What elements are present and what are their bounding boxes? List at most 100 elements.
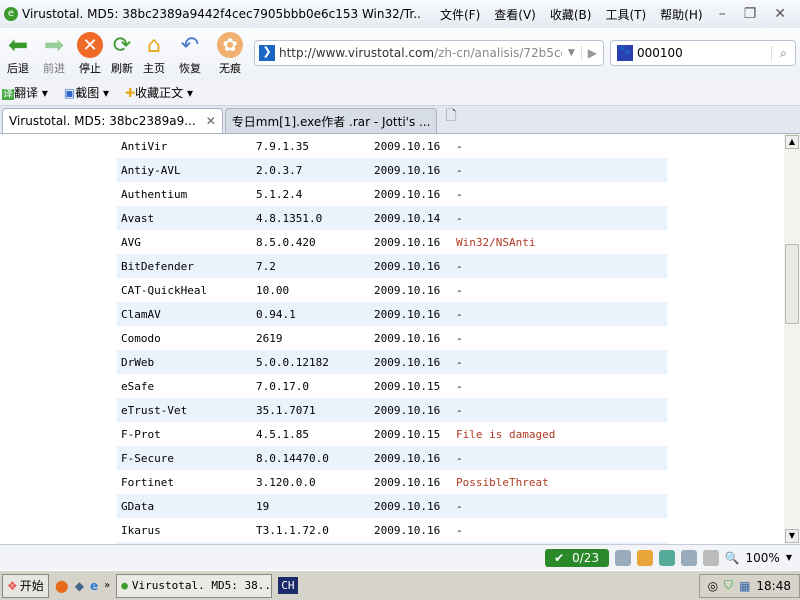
table-row: Avast 4.8.1351.0 2009.10.14 - <box>117 206 667 230</box>
new-tab-icon[interactable]: 🗋 <box>439 105 462 133</box>
menu-favorites[interactable]: 收藏(B) <box>550 6 592 23</box>
version: 3.120.0.0 <box>256 475 316 489</box>
restore-button[interactable]: ↶ 恢复 <box>170 32 210 76</box>
update-date: 2009.10.16 <box>374 475 441 489</box>
address-bar[interactable]: ❯ http://www.virustotal.com/zh-cn/analis… <box>254 40 604 66</box>
refresh-icon: ⟳ <box>112 32 132 58</box>
maximize-button[interactable]: ❐ <box>744 6 757 22</box>
scan-result: - <box>456 211 463 225</box>
translate-button[interactable]: 译翻译 ▾ <box>2 84 48 101</box>
address-dropdown-icon[interactable]: ▼ <box>562 48 581 58</box>
favorite-icon: ✚ <box>125 86 136 100</box>
favorite-text-button[interactable]: ✚收藏正文 ▾ <box>125 84 193 101</box>
tab-virustotal[interactable]: Virustotal. MD5: 38bc2389a9... ✕ <box>2 108 223 133</box>
version: 5.0.0.12182 <box>256 355 329 369</box>
table-row: AntiVir 7.9.1.35 2009.10.16 - <box>117 134 667 158</box>
zoom-icon[interactable]: 🔍 <box>725 551 740 565</box>
scan-result: - <box>456 187 463 201</box>
antivirus-name: Antiy-AVL <box>121 163 181 177</box>
search-engine-icon[interactable]: 🐾 <box>617 45 633 61</box>
private-mode-button[interactable]: ✿ 无痕 <box>210 32 250 76</box>
antivirus-name: BitDefender <box>121 259 194 273</box>
scroll-up-button[interactable]: ▲ <box>785 135 799 149</box>
stop-button[interactable]: ✕ 停止 <box>74 32 106 76</box>
close-tab-icon[interactable]: ✕ <box>206 114 216 128</box>
update-date: 2009.10.16 <box>374 499 441 513</box>
back-button[interactable]: ⬅ 后退 <box>2 31 34 76</box>
update-date: 2009.10.16 <box>374 451 441 465</box>
back-arrow-icon: ⬅ <box>7 31 29 59</box>
update-date: 2009.10.16 <box>374 187 441 201</box>
tab-jotti[interactable]: 专日mm[1].exe作者 .rar - Jotti's ... <box>224 108 438 133</box>
refresh-button[interactable]: ⟳ 刷新 <box>106 32 138 76</box>
table-row: Authentium 5.1.2.4 2009.10.16 - <box>117 182 667 206</box>
close-button[interactable]: ✕ <box>774 6 786 22</box>
fish-icon[interactable]: ◆ <box>75 579 84 593</box>
search-box[interactable]: 🐾 000100 ⌕ <box>610 40 796 66</box>
address-input[interactable]: http://www.virustotal.com/zh-cn/analisis… <box>279 46 562 60</box>
security-icon[interactable]: ▦ <box>739 579 750 593</box>
language-indicator[interactable]: CH <box>278 577 298 594</box>
window-icon[interactable] <box>658 549 675 566</box>
screenshot-button[interactable]: ▣截图 ▾ <box>64 84 109 101</box>
table-row: AVG 8.5.0.420 2009.10.16 Win32/NSAnti <box>117 230 667 254</box>
menu-bar: 文件(F) 查看(V) 收藏(B) 工具(T) 帮助(H) <box>440 6 703 23</box>
home-icon: ⌂ <box>147 32 161 58</box>
table-row: DrWeb 5.0.0.12182 2009.10.16 - <box>117 350 667 374</box>
paw-icon: ✿ <box>217 32 243 58</box>
table-row: ClamAV 0.94.1 2009.10.16 - <box>117 302 667 326</box>
scan-result: - <box>456 163 463 177</box>
start-button[interactable]: ❖ 开始 <box>2 573 49 598</box>
scan-result: File is damaged <box>456 427 556 441</box>
update-date: 2009.10.15 <box>374 427 441 441</box>
virus-scan-badge[interactable]: ✔ 0/23 <box>544 548 609 567</box>
taskbar-task-virustotal[interactable]: ● Virustotal. MD5: 38... <box>116 573 273 598</box>
zoom-level[interactable]: 100% <box>746 551 780 565</box>
menu-file[interactable]: 文件(F) <box>440 6 480 23</box>
go-button[interactable]: ▶ <box>580 46 603 60</box>
scan-result: PossibleThreat <box>456 475 549 489</box>
firefox-icon[interactable]: ● <box>55 576 69 595</box>
table-row: Ikarus T3.1.1.72.0 2009.10.16 - <box>117 518 667 542</box>
version: 35.1.7071 <box>256 403 316 417</box>
ie-icon[interactable]: e <box>90 579 98 593</box>
zoom-dropdown-icon[interactable]: ▼ <box>786 553 792 562</box>
forward-button[interactable]: ➡ 前进 <box>34 31 74 76</box>
scan-result: - <box>456 523 463 537</box>
speaker-icon[interactable] <box>702 549 719 566</box>
shield-icon[interactable]: ⛉ <box>724 578 733 593</box>
antivirus-name: eTrust-Vet <box>121 403 188 417</box>
scan-result: - <box>456 403 463 417</box>
display-icon[interactable] <box>680 549 697 566</box>
quicklaunch-more-icon[interactable]: » <box>104 580 110 591</box>
update-date: 2009.10.16 <box>374 139 441 153</box>
search-input[interactable]: 000100 <box>637 46 771 60</box>
vertical-scrollbar[interactable]: ▲ ▼ <box>784 134 800 544</box>
check-icon: ✔ <box>554 550 565 565</box>
status-bar: ✔ 0/23 🔍 100% ▼ <box>0 544 800 570</box>
menu-tools[interactable]: 工具(T) <box>605 6 646 23</box>
table-row: Comodo 2619 2009.10.16 - <box>117 326 667 350</box>
tab-bar: Virustotal. MD5: 38bc2389a9... ✕ 专日mm[1].… <box>0 106 800 134</box>
menu-help[interactable]: 帮助(H) <box>660 6 702 23</box>
search-icon[interactable]: ⌕ <box>771 45 795 61</box>
menu-view[interactable]: 查看(V) <box>494 6 536 23</box>
antivirus-name: Fortinet <box>121 475 174 489</box>
clock[interactable]: 18:48 <box>756 579 791 593</box>
update-date: 2009.10.16 <box>374 307 441 321</box>
version: 8.5.0.420 <box>256 235 316 249</box>
home-button[interactable]: ⌂ 主页 <box>138 32 170 76</box>
minimize-button[interactable]: – <box>719 6 726 22</box>
network-icon[interactable]: ◎ <box>708 579 718 593</box>
scan-result: - <box>456 379 463 393</box>
download-icon[interactable] <box>636 549 653 566</box>
table-row: Fortinet 3.120.0.0 2009.10.16 PossibleThrea… <box>117 470 667 494</box>
version: 10.00 <box>256 283 290 297</box>
antivirus-name: DrWeb <box>121 355 155 369</box>
scroll-down-button[interactable]: ▼ <box>785 529 799 543</box>
scan-result: - <box>456 451 463 465</box>
scroll-thumb[interactable] <box>785 244 799 324</box>
computer-icon[interactable] <box>614 549 631 566</box>
update-date: 2009.10.16 <box>374 283 441 297</box>
antivirus-name: F-Secure <box>121 451 174 465</box>
